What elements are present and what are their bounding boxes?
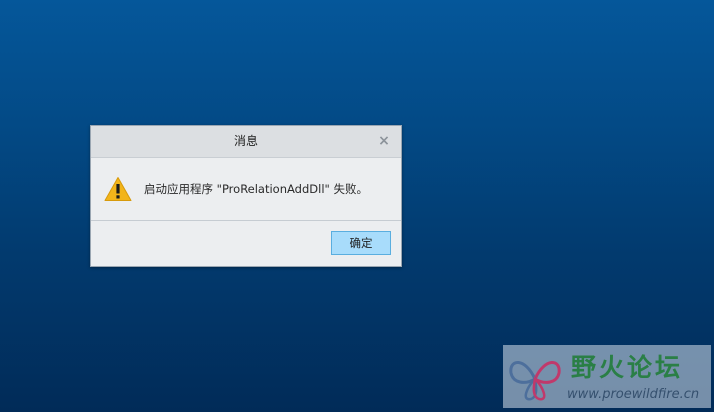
close-icon[interactable]: × [375,132,393,150]
message-dialog: 消息 × 启动应用程序 "ProRelationAddDll" 失败。 确定 [90,125,402,267]
watermark-url: www.proewildfire.cn [567,387,700,402]
butterfly-logo-icon [509,361,561,401]
dialog-title: 消息 [233,134,258,148]
dialog-message: 启动应用程序 "ProRelationAddDll" 失败。 [144,182,368,196]
ok-button[interactable]: 确定 [331,231,391,255]
forum-watermark: 野火论坛 www.proewildfire.cn [503,345,711,408]
dialog-titlebar[interactable]: 消息 × [91,126,401,158]
dialog-separator [91,220,401,221]
watermark-title: 野火论坛 [571,353,684,382]
warning-icon [104,177,132,201]
